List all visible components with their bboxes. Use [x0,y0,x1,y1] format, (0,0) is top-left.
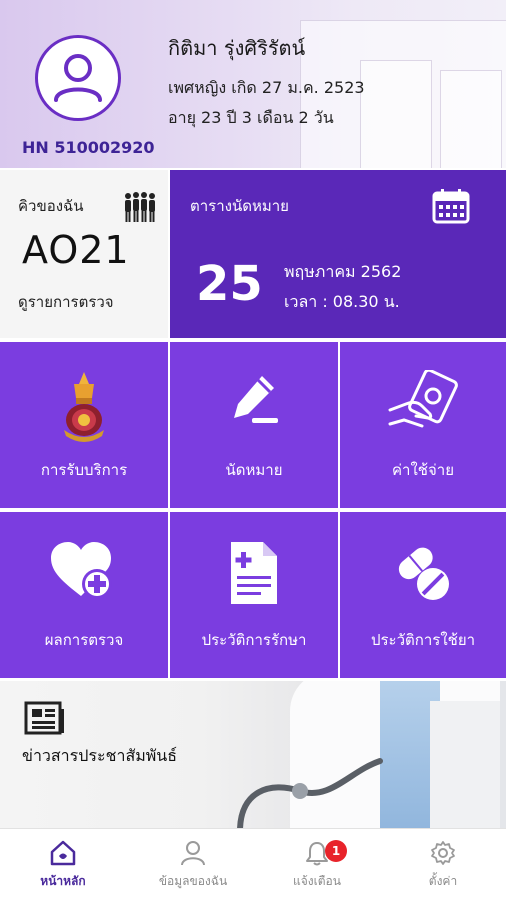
patient-name: กิติมา รุ่งศิริรัตน์ [168,36,306,60]
menu-label-services: การรับบริการ [40,461,128,479]
pen-sign-icon [234,376,278,423]
nav-label-home: หน้าหลัก [40,874,86,888]
avatar[interactable] [35,35,121,121]
gear-icon [431,841,455,865]
news-label: ข่าวสารประชาสัมพันธ์ [22,746,177,765]
menu-label-medication-history: ประวัติการใช้ยา [370,631,476,649]
user-icon [181,841,205,866]
doctor-photo [230,681,506,828]
hospital-emblem-icon [64,372,104,442]
menu-tile-medication-history[interactable]: ประวัติการใช้ยา [340,512,506,678]
menu-label-expenses: ค่าใช้จ่าย [392,461,454,479]
nav-label-notifications: แจ้งเตือน [293,874,341,888]
medical-document-icon [231,542,277,604]
menu-label-treatment-history: ประวัติการรักษา [201,631,307,649]
menu-tile-appointments[interactable]: นัดหมาย [170,342,338,508]
view-exam-list-link[interactable]: ดูรายการตรวจ [18,290,114,314]
nav-item-settings[interactable]: ตั้งค่า [380,836,506,896]
stethoscope-icon [237,758,383,828]
appointment-month-year: พฤษภาคม 2562 [284,262,402,281]
payment-hand-icon [388,370,458,428]
user-icon [54,54,102,102]
appointment-day: 25 [196,256,263,312]
header-background-building-wing [440,70,502,168]
menu-label-exam-results: ผลการตรวจ [44,631,124,649]
home-icon [50,840,76,866]
hospital-number: HN 510002920 [22,138,155,157]
nav-label-settings: ตั้งค่า [428,874,458,888]
nav-item-my-info[interactable]: ข้อมูลของฉัน [130,836,256,896]
queue-label: คิวของฉัน [18,197,84,215]
nav-label-my-info: ข้อมูลของฉัน [158,874,228,888]
appointment-label: ตารางนัดหมาย [190,197,289,215]
pills-icon [398,547,449,600]
appointment-time: เวลา : 08.30 น. [284,292,400,311]
queue-number: AO21 [22,228,130,272]
notification-badge: 1 [325,840,347,862]
heart-plus-icon [51,542,112,599]
nav-item-notifications[interactable]: แจ้งเตือน [254,836,380,896]
menu-tile-services[interactable]: การรับบริการ [0,342,168,508]
people-queue-icon [125,192,155,222]
menu-label-appointments: นัดหมาย [225,461,283,479]
patient-gender-birthdate: เพศหญิง เกิด 27 ม.ค. 2523 [168,78,365,97]
patient-age: อายุ 23 ปี 3 เดือน 2 วัน [168,108,334,127]
nav-item-home[interactable]: หน้าหลัก [0,836,126,896]
menu-tile-exam-results[interactable]: ผลการตรวจ [0,512,168,678]
newspaper-icon [24,701,64,735]
calendar-icon [432,189,470,224]
menu-tile-treatment-history[interactable]: ประวัติการรักษา [170,512,338,678]
header-background-building-wing [360,60,432,168]
menu-tile-expenses[interactable]: ค่าใช้จ่าย [340,342,506,508]
